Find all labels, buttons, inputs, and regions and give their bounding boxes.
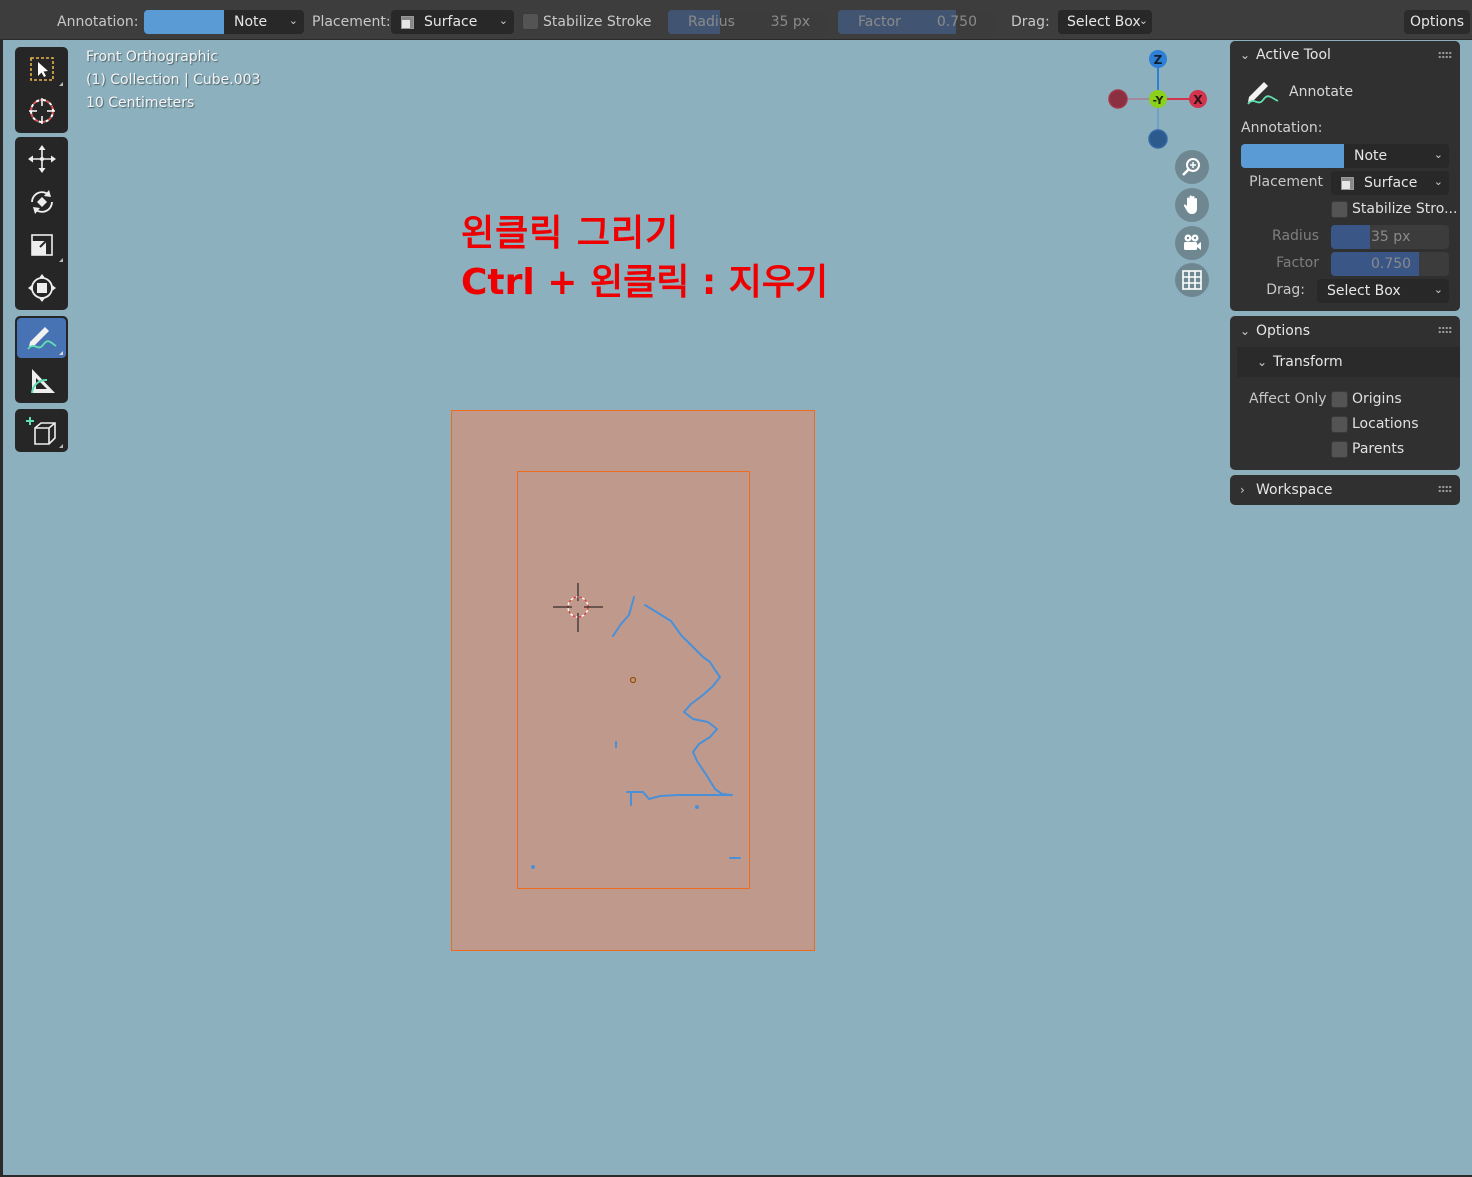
stabilize-stroke-label: Stabilize Stroke bbox=[543, 14, 652, 30]
factor-label: Factor bbox=[858, 14, 901, 30]
chevron-down-icon: ⌄ bbox=[1257, 355, 1268, 369]
camera-view-button[interactable] bbox=[1175, 226, 1209, 260]
origins-label: Origins bbox=[1352, 391, 1402, 407]
active-tool-panel: ⌄ Active Tool Annotate Annotation: Note … bbox=[1230, 41, 1460, 311]
active-tool-panel-header[interactable]: ⌄ Active Tool bbox=[1240, 45, 1331, 65]
navigation-gizmo[interactable]: Z X -Y bbox=[1103, 46, 1213, 156]
pan-button[interactable] bbox=[1175, 188, 1209, 222]
panel-radius-value: 35 px bbox=[1371, 229, 1411, 245]
panel-radius-label: Radius bbox=[1272, 228, 1319, 244]
panel-annotation-label: Annotation: bbox=[1241, 120, 1323, 136]
surface-icon bbox=[1341, 176, 1354, 190]
gizmo-y-label: -Y bbox=[1153, 94, 1165, 107]
workspace-panel[interactable]: › Workspace bbox=[1230, 475, 1460, 505]
ortho-toggle-button[interactable] bbox=[1175, 263, 1209, 297]
plane-outer[interactable] bbox=[451, 410, 815, 951]
active-tool-name: Annotate bbox=[1289, 84, 1354, 100]
panel-placement-label: Placement bbox=[1249, 174, 1323, 190]
panel-factor-value: 0.750 bbox=[1371, 256, 1412, 272]
workspace-title: Workspace bbox=[1256, 482, 1333, 498]
zoom-icon bbox=[1182, 158, 1200, 176]
parents-label: Parents bbox=[1352, 441, 1405, 457]
panel-annotation-layer-dropdown[interactable]: Note ⌄ bbox=[1344, 144, 1449, 168]
panel-drag-dropdown[interactable]: Select Box ⌄ bbox=[1317, 279, 1449, 303]
panel-factor-label: Factor bbox=[1276, 255, 1319, 271]
surface-icon bbox=[401, 15, 414, 29]
chevron-down-icon: ⌄ bbox=[1433, 148, 1443, 161]
panel-drag-label: Drag: bbox=[1266, 282, 1305, 298]
placement-label: Placement: bbox=[312, 14, 391, 30]
panel-stabilize-checkbox[interactable] bbox=[1331, 201, 1348, 218]
panel-annotation-color-swatch[interactable] bbox=[1241, 144, 1344, 168]
panel-placement-dropdown[interactable]: Surface ⌄ bbox=[1331, 171, 1449, 195]
factor-slider[interactable]: Factor 0.750 bbox=[838, 10, 995, 34]
drag-value: Select Box bbox=[1067, 14, 1141, 30]
radius-value: 35 px bbox=[770, 14, 810, 30]
active-tool-title: Active Tool bbox=[1256, 47, 1331, 63]
gizmo-x-label: X bbox=[1193, 93, 1203, 107]
tool-header: Annotation: Note ⌄ Placement: Surface ⌄ … bbox=[0, 0, 1472, 40]
gizmo-neg-z[interactable] bbox=[1148, 129, 1168, 149]
chevron-down-icon: ⌄ bbox=[1433, 175, 1443, 188]
chevron-down-icon: ⌄ bbox=[498, 14, 508, 27]
chevron-down-icon: ⌄ bbox=[288, 14, 298, 27]
panel-placement-value: Surface bbox=[1364, 175, 1418, 191]
chevron-down-icon: ⌄ bbox=[1138, 14, 1148, 27]
annotation-label: Annotation: bbox=[57, 14, 139, 30]
chevron-down-icon: ⌄ bbox=[1433, 283, 1443, 296]
grid-icon bbox=[1182, 270, 1202, 290]
parents-checkbox[interactable] bbox=[1331, 441, 1348, 458]
hand-pan-icon bbox=[1183, 195, 1197, 214]
gizmo-neg-x[interactable] bbox=[1108, 89, 1128, 109]
placement-dropdown[interactable]: Surface ⌄ bbox=[391, 10, 514, 34]
chevron-down-icon: ⌄ bbox=[1240, 324, 1251, 338]
locations-label: Locations bbox=[1352, 416, 1419, 432]
panel-stabilize-label: Stabilize Stro... bbox=[1352, 201, 1458, 217]
zoom-button[interactable] bbox=[1175, 150, 1209, 184]
panel-drag-value: Select Box bbox=[1327, 283, 1401, 299]
chevron-right-icon: › bbox=[1240, 483, 1245, 497]
panel-radius-slider[interactable]: 35 px bbox=[1331, 225, 1449, 249]
transform-title: Transform bbox=[1273, 354, 1343, 370]
placement-value: Surface bbox=[424, 14, 478, 30]
options-button[interactable]: Options bbox=[1404, 10, 1470, 34]
radius-label: Radius bbox=[688, 14, 735, 30]
annotation-layer-dropdown[interactable]: Note ⌄ bbox=[224, 10, 304, 34]
locations-checkbox[interactable] bbox=[1331, 416, 1348, 433]
drag-label: Drag: bbox=[1011, 14, 1050, 30]
stabilize-stroke-checkbox[interactable] bbox=[522, 13, 539, 30]
affect-only-label: Affect Only bbox=[1249, 391, 1327, 407]
chevron-down-icon: ⌄ bbox=[1240, 48, 1251, 62]
panel-factor-slider[interactable]: 0.750 bbox=[1331, 252, 1449, 276]
annotation-color-swatch[interactable] bbox=[144, 10, 224, 34]
radius-slider[interactable]: Radius 35 px bbox=[668, 10, 826, 34]
gizmo-z-label: Z bbox=[1154, 53, 1163, 67]
annotation-layer-value: Note bbox=[234, 14, 268, 30]
factor-value: 0.750 bbox=[936, 14, 977, 30]
transform-subpanel-body: Affect Only Origins Locations Parents bbox=[1237, 377, 1460, 463]
drag-grip-icon[interactable] bbox=[1438, 51, 1452, 59]
annotate-tool-icon bbox=[1247, 82, 1279, 105]
camera-icon bbox=[1184, 234, 1201, 250]
drag-grip-icon[interactable] bbox=[1438, 326, 1452, 334]
drag-grip-icon[interactable] bbox=[1438, 485, 1452, 493]
options-panel-header[interactable]: ⌄ Options bbox=[1240, 321, 1310, 341]
drag-dropdown[interactable]: Select Box ⌄ bbox=[1058, 10, 1152, 34]
origins-checkbox[interactable] bbox=[1331, 391, 1348, 408]
panel-annotation-layer-value: Note bbox=[1354, 148, 1388, 164]
options-button-label: Options bbox=[1409, 14, 1465, 30]
transform-subpanel-header[interactable]: ⌄ Transform bbox=[1237, 347, 1460, 377]
options-title: Options bbox=[1256, 323, 1311, 339]
